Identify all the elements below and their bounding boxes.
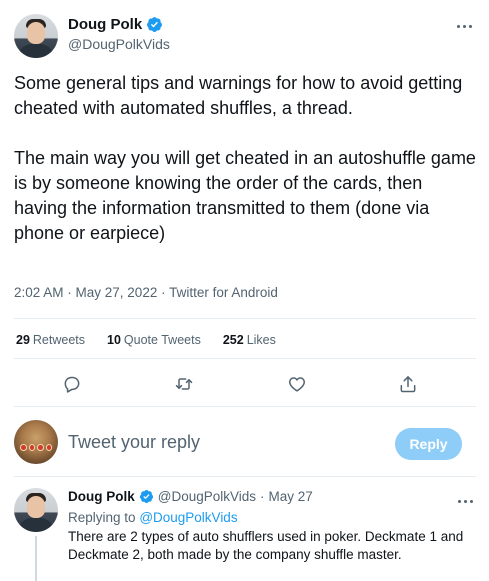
replying-to: Replying to @DougPolkVids — [68, 510, 238, 525]
author-display-name[interactable]: Doug Polk — [68, 16, 142, 33]
avatar-face — [27, 22, 45, 44]
tweet-header: Doug Polk @DougPolkVids — [14, 14, 476, 58]
viewer-avatar[interactable] — [14, 420, 58, 464]
author-handle[interactable]: @DougPolkVids — [68, 36, 170, 52]
reply-button[interactable]: Reply — [395, 428, 462, 460]
retweets-stat[interactable]: 29 Retweets — [16, 333, 85, 347]
verified-badge-icon — [147, 17, 163, 32]
author-name-block: Doug Polk @DougPolkVids — [68, 16, 170, 52]
retweets-label: Retweets — [32, 333, 86, 347]
tweet-text: Some general tips and warnings for how t… — [14, 71, 476, 246]
verified-badge-icon — [139, 489, 153, 504]
divider — [14, 406, 476, 407]
reply-date[interactable]: May 27 — [269, 489, 313, 504]
quote-tweets-count: 10 — [107, 333, 121, 347]
replying-to-prefix: Replying to — [68, 510, 136, 525]
reply-input[interactable]: Tweet your reply — [68, 432, 200, 453]
share-icon[interactable] — [396, 372, 420, 396]
divider — [14, 358, 476, 359]
likes-stat[interactable]: 252 Likes — [223, 333, 276, 347]
avatar-shirt — [18, 44, 54, 58]
likes-count: 252 — [222, 333, 244, 347]
divider — [14, 318, 476, 319]
likes-label: Likes — [246, 333, 276, 347]
reply-icon[interactable] — [60, 372, 84, 396]
tweet-timestamp[interactable]: 2:02 AM · May 27, 2022 · Twitter for And… — [14, 285, 278, 300]
reply-more-options-icon[interactable] — [455, 493, 475, 509]
author-avatar[interactable] — [14, 14, 58, 58]
reply-author-avatar[interactable] — [14, 488, 58, 532]
tweet-action-bar — [14, 372, 476, 396]
retweets-count: 29 — [16, 333, 30, 347]
quote-tweets-label: Quote Tweets — [123, 333, 201, 347]
tweet-page: Doug Polk @DougPolkVids Some general tip… — [0, 0, 489, 581]
quote-tweets-stat[interactable]: 10 Quote Tweets — [107, 333, 201, 347]
reply-author-handle[interactable]: @DougPolkVids — [158, 489, 256, 504]
tweet-stats: 29 Retweets 10 Quote Tweets 252 Likes — [16, 333, 276, 347]
reply-separator: · — [260, 489, 265, 504]
tweet-paragraph: The main way you will get cheated in an … — [14, 148, 476, 243]
divider — [14, 476, 476, 477]
avatar-chips — [20, 444, 52, 454]
like-icon[interactable] — [285, 372, 309, 396]
reply-text: There are 2 types of auto shufflers used… — [68, 529, 464, 562]
tweet-paragraph: Some general tips and warnings for how t… — [14, 73, 463, 118]
retweet-icon[interactable] — [172, 372, 196, 396]
avatar-face — [27, 496, 45, 518]
thread-connector-line — [35, 536, 37, 581]
reply-header: Doug Polk @DougPolkVids · May 27 — [68, 489, 313, 504]
reply-author-name[interactable]: Doug Polk — [68, 489, 135, 504]
more-options-icon[interactable] — [454, 18, 474, 34]
replying-to-mention[interactable]: @DougPolkVids — [139, 510, 237, 525]
author-name-row: Doug Polk — [68, 16, 170, 33]
avatar-shirt — [18, 518, 54, 532]
